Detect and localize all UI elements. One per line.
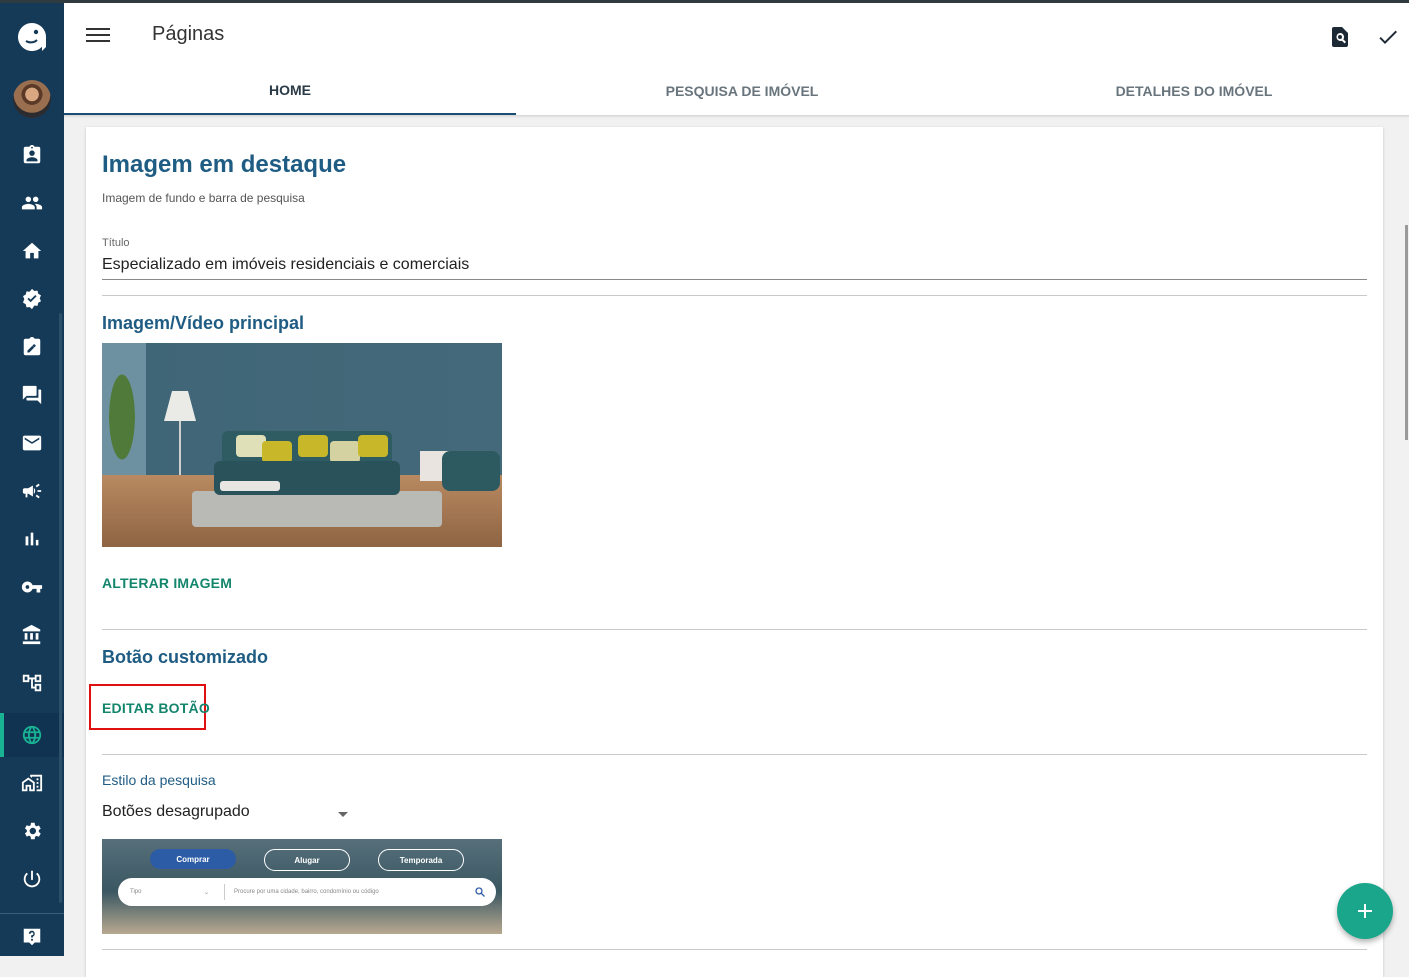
title-field[interactable]: Especializado em imóveis residenciais e …	[102, 256, 1367, 280]
sidebar-item-campaigns[interactable]	[0, 469, 64, 513]
preview-type-field: Tipo	[130, 889, 142, 895]
chevron-down-icon	[338, 812, 348, 817]
page-scrollbar[interactable]	[1405, 225, 1408, 440]
gear-icon	[24, 822, 41, 840]
menu-icon[interactable]	[86, 25, 110, 45]
check-icon[interactable]	[1376, 25, 1400, 49]
media-title: Imagem/Vídeo principal	[102, 313, 305, 333]
sidebar-item-mail[interactable]	[0, 421, 64, 465]
divider	[102, 629, 1367, 630]
bank-icon	[22, 624, 41, 645]
page-title: Páginas	[152, 23, 225, 45]
user-avatar[interactable]	[13, 80, 51, 118]
tab-bar: HOME PESQUISA DE IMÓVEL DETALHES DO IMÓV…	[64, 67, 1409, 115]
key-icon	[21, 581, 43, 593]
hierarchy-icon	[22, 674, 42, 692]
plus-icon	[1358, 904, 1372, 918]
preview-buy-button: Comprar	[150, 849, 236, 869]
featured-section-card: Imagem em destaque Imagem de fundo e bar…	[86, 127, 1383, 977]
sidebar-item-finance[interactable]	[0, 613, 64, 657]
globe-icon	[22, 725, 42, 745]
home-icon	[22, 242, 42, 259]
section-subtitle: Imagem de fundo e barra de pesquisa	[102, 191, 305, 205]
sidebar-item-home[interactable]	[0, 229, 64, 273]
sidebar-scrollbar[interactable]	[59, 313, 62, 903]
sidebar-item-settings[interactable]	[0, 809, 64, 853]
sidebar-item-reports[interactable]	[0, 517, 64, 561]
preview-search-input: Procure por uma cidade, bairro, condomín…	[234, 889, 379, 895]
sidebar-item-people[interactable]	[0, 181, 64, 225]
search-icon	[475, 887, 485, 897]
clipboard-account-icon	[23, 144, 41, 164]
sidebar	[0, 3, 64, 956]
people-icon	[21, 196, 43, 210]
search-style-select[interactable]: Botões desagrupado	[102, 803, 352, 827]
edit-button-button[interactable]: EDITAR BOTÃO	[102, 700, 210, 716]
app-logo[interactable]	[16, 21, 48, 53]
search-style-preview: Comprar Alugar Temporada Tipo ⌄ Procure …	[102, 839, 502, 934]
divider	[102, 949, 1367, 950]
featured-image	[102, 343, 502, 547]
sidebar-item-chat[interactable]	[0, 373, 64, 417]
divider	[102, 295, 1367, 296]
section-title: Imagem em destaque	[102, 151, 347, 178]
sidebar-item-properties[interactable]	[0, 761, 64, 805]
sidebar-item-keys[interactable]	[0, 565, 64, 609]
window-top-border	[0, 0, 1409, 3]
sidebar-item-logout[interactable]	[0, 857, 64, 901]
change-image-button[interactable]: ALTERAR IMAGEM	[102, 575, 232, 591]
divider	[102, 754, 1367, 755]
search-style-label: Estilo da pesquisa	[102, 772, 216, 788]
real-estate-icon	[21, 774, 43, 792]
tab-property-search[interactable]: PESQUISA DE IMÓVEL	[516, 67, 968, 115]
sidebar-item-documents[interactable]	[0, 325, 64, 369]
chevron-down-icon: ⌄	[204, 890, 210, 896]
app-header: Páginas HOME PESQUISA DE IMÓVEL DETALHES…	[64, 3, 1409, 116]
sidebar-item-contacts[interactable]	[0, 133, 64, 177]
preview-season-button: Temporada	[378, 849, 464, 871]
search-style-value: Botões desagrupado	[102, 803, 250, 820]
megaphone-icon	[22, 483, 42, 499]
title-field-label: Título	[102, 237, 130, 249]
custom-button-title: Botão customizado	[102, 647, 269, 667]
sidebar-item-verified[interactable]	[0, 277, 64, 321]
bar-chart-icon	[25, 532, 39, 546]
preview-rent-button: Alugar	[264, 849, 350, 871]
power-icon	[23, 870, 41, 888]
sidebar-help[interactable]	[0, 913, 64, 960]
sidebar-item-website[interactable]	[0, 713, 64, 757]
sidebar-item-structure[interactable]	[0, 661, 64, 705]
preview-search-icon[interactable]	[1328, 25, 1352, 49]
add-button[interactable]	[1337, 883, 1393, 939]
mail-icon	[22, 435, 42, 451]
badge-check-icon	[23, 288, 41, 310]
edit-document-icon	[23, 336, 41, 356]
tab-property-details[interactable]: DETALHES DO IMÓVEL	[968, 67, 1409, 115]
tab-home[interactable]: HOME	[64, 67, 516, 115]
preview-search-bar: Tipo ⌄ Procure por uma cidade, bairro, c…	[118, 878, 496, 906]
chat-icon	[22, 385, 42, 405]
help-icon	[23, 928, 41, 946]
